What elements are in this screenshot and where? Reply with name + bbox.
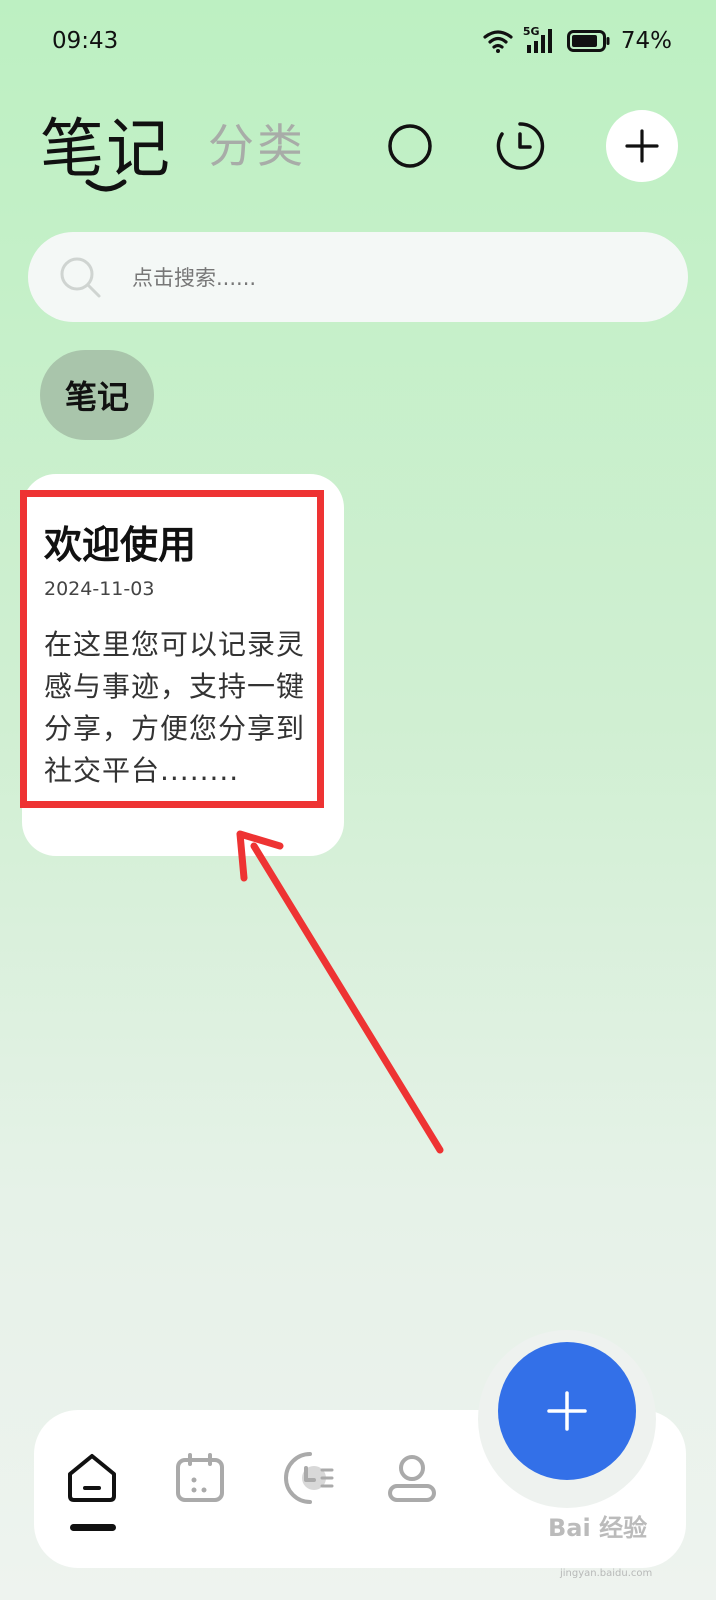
nav-profile[interactable] bbox=[380, 1448, 444, 1508]
history-icon bbox=[284, 1452, 334, 1504]
profile-icon bbox=[388, 1455, 436, 1502]
watermark-url: jingyan.baidu.com bbox=[560, 1568, 653, 1579]
home-icon bbox=[68, 1454, 116, 1502]
plus-icon bbox=[547, 1391, 587, 1431]
calendar-icon bbox=[176, 1453, 224, 1502]
nav-history[interactable] bbox=[274, 1448, 338, 1508]
nav-calendar[interactable] bbox=[168, 1448, 232, 1508]
nav-active-indicator bbox=[70, 1524, 116, 1531]
nav-home[interactable] bbox=[60, 1448, 124, 1508]
watermark: Bai 经验 bbox=[548, 1514, 648, 1542]
new-note-fab[interactable] bbox=[498, 1342, 636, 1480]
